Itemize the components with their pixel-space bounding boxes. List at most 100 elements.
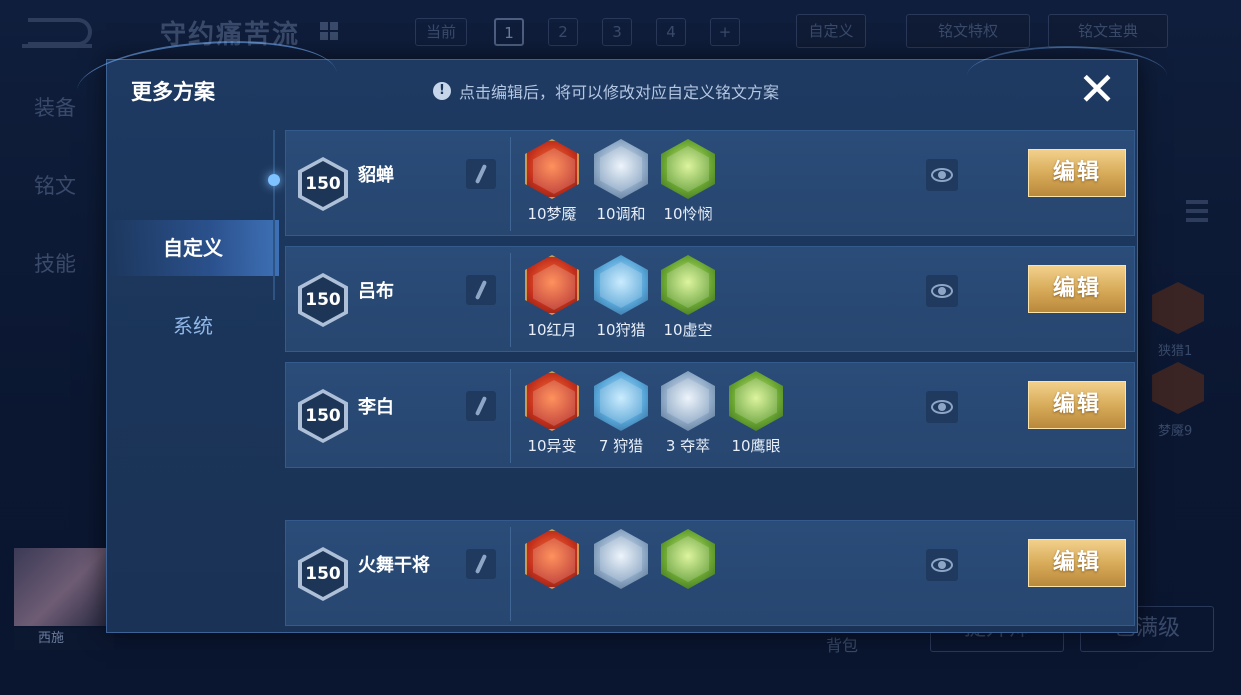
page-tab-1[interactable]: 1: [494, 18, 524, 46]
preview-button[interactable]: [926, 275, 958, 307]
scheme-row: 150 貂蝉 10梦魇 10调和 10怜悯 编辑: [285, 130, 1135, 236]
hint-text: 点击编辑后，将可以修改对应自定义铭文方案: [459, 83, 780, 102]
scheme-row: 150 李白 10异变 7 狩猎 3 夺萃 10鹰眼 编辑: [285, 362, 1135, 468]
row-divider: [510, 137, 511, 231]
scheme-category-tabs: 自定义 系统: [107, 126, 279, 634]
scheme-row: 150 火舞干将 编辑: [285, 520, 1135, 626]
blue-rune-icon: [594, 255, 648, 315]
scheme-name: 火舞干将: [358, 555, 430, 576]
level-badge: 150: [298, 389, 348, 443]
rune-icon: [1152, 362, 1204, 414]
dictionary-button[interactable]: 铭文宝典: [1048, 14, 1168, 48]
pencil-icon: [474, 164, 488, 184]
scheme-name: 吕布: [358, 281, 394, 302]
red-rune-icon: [525, 139, 579, 199]
edit-button[interactable]: 编辑: [1028, 149, 1126, 197]
silver-rune-icon: [661, 371, 715, 431]
rename-button[interactable]: [466, 549, 496, 579]
pencil-icon: [474, 280, 488, 300]
rune-icon: [1152, 282, 1204, 334]
close-icon[interactable]: ✕: [1073, 66, 1121, 114]
page-tab-2[interactable]: 2: [548, 18, 578, 46]
rune-count-label: 狭猎1: [1158, 344, 1193, 359]
rune-label: 10狩猎: [596, 321, 646, 339]
green-rune-icon: [661, 139, 715, 199]
level-value: 150: [302, 161, 344, 207]
rename-button[interactable]: [466, 391, 496, 421]
page-tab-add[interactable]: +: [710, 18, 740, 46]
rune-slot[interactable]: 10狩猎: [587, 255, 655, 340]
decorative-swirl: [967, 46, 1167, 106]
rune-slot[interactable]: 10红月: [518, 255, 586, 340]
pencil-icon: [474, 554, 488, 574]
level-badge: 150: [298, 273, 348, 327]
red-rune-icon: [525, 255, 579, 315]
rune-label: 10虚空: [663, 321, 713, 339]
pencil-icon: [474, 396, 488, 416]
grid-icon[interactable]: [320, 22, 338, 40]
rune-label: 7 狩猎: [598, 437, 644, 455]
rune-slot[interactable]: 10调和: [587, 139, 655, 224]
back-button[interactable]: [22, 18, 92, 48]
rune-slot[interactable]: 7 狩猎: [587, 371, 655, 456]
scheme-name: 李白: [358, 397, 394, 418]
scheme-row: 150 吕布 10红月 10狩猎 10虚空 编辑: [285, 246, 1135, 352]
page-tab-4[interactable]: 4: [656, 18, 686, 46]
scheme-name: 貂蝉: [358, 165, 394, 186]
rune-label: 10红月: [527, 321, 577, 339]
tab-system[interactable]: 系统: [107, 298, 279, 354]
rune-label: 10梦魇: [527, 205, 577, 223]
silver-rune-icon: [594, 529, 648, 589]
red-rune-icon: [525, 371, 579, 431]
edit-button[interactable]: 编辑: [1028, 539, 1126, 587]
silver-rune-icon: [594, 139, 648, 199]
green-rune-icon: [661, 255, 715, 315]
active-tab-indicator: [268, 174, 280, 186]
rune-slot[interactable]: 10怜悯: [654, 139, 722, 224]
edit-button[interactable]: 编辑: [1028, 265, 1126, 313]
preview-button[interactable]: [926, 549, 958, 581]
green-rune-icon: [729, 371, 783, 431]
rune-count-label: 梦魇9: [1158, 424, 1193, 439]
custom-button[interactable]: 自定义: [796, 14, 866, 48]
bag-label: 背包: [826, 636, 859, 655]
level-badge: 150: [298, 157, 348, 211]
rune-slot[interactable]: [587, 529, 655, 589]
info-icon: !: [433, 82, 451, 100]
row-divider: [510, 369, 511, 463]
preview-button[interactable]: [926, 159, 958, 191]
rune-label: 3 夺萃: [665, 437, 711, 455]
side-item-runes[interactable]: 铭文: [34, 170, 76, 200]
preview-button[interactable]: [926, 391, 958, 423]
rune-slot[interactable]: 3 夺萃: [654, 371, 722, 456]
rune-slot[interactable]: 10鹰眼: [722, 371, 790, 456]
dialog-title: 更多方案: [131, 80, 215, 104]
rune-label: 10异变: [527, 437, 577, 455]
edit-button[interactable]: 编辑: [1028, 381, 1126, 429]
tab-divider: [273, 130, 275, 300]
rename-button[interactable]: [466, 159, 496, 189]
privilege-button[interactable]: 铭文特权: [906, 14, 1030, 48]
side-item-skills[interactable]: 技能: [34, 248, 76, 278]
more-schemes-dialog: 更多方案 ! 点击编辑后，将可以修改对应自定义铭文方案 ✕ 自定义 系统 150…: [74, 33, 1167, 634]
rune-slot[interactable]: [518, 529, 586, 589]
scheme-list[interactable]: 150 貂蝉 10梦魇 10调和 10怜悯 编辑 150 吕布 10红月 10狩…: [285, 130, 1135, 634]
page-tab-3[interactable]: 3: [602, 18, 632, 46]
rune-slot[interactable]: 10异变: [518, 371, 586, 456]
dialog-hint: ! 点击编辑后，将可以修改对应自定义铭文方案: [433, 79, 779, 103]
rune-slot[interactable]: [654, 529, 722, 589]
tab-custom[interactable]: 自定义: [107, 220, 279, 276]
level-value: 150: [302, 551, 344, 597]
hero-avatar[interactable]: [14, 548, 106, 626]
current-label: 当前: [415, 18, 467, 46]
rune-slot[interactable]: 10梦魇: [518, 139, 586, 224]
rune-label: 10调和: [596, 205, 646, 223]
rune-slot[interactable]: 10虚空: [654, 255, 722, 340]
menu-icon[interactable]: [1186, 200, 1208, 226]
rune-label: 10怜悯: [663, 205, 713, 223]
rename-button[interactable]: [466, 275, 496, 305]
side-item-equipment[interactable]: 装备: [34, 92, 76, 122]
level-value: 150: [302, 393, 344, 439]
level-value: 150: [302, 277, 344, 323]
level-badge: 150: [298, 547, 348, 601]
